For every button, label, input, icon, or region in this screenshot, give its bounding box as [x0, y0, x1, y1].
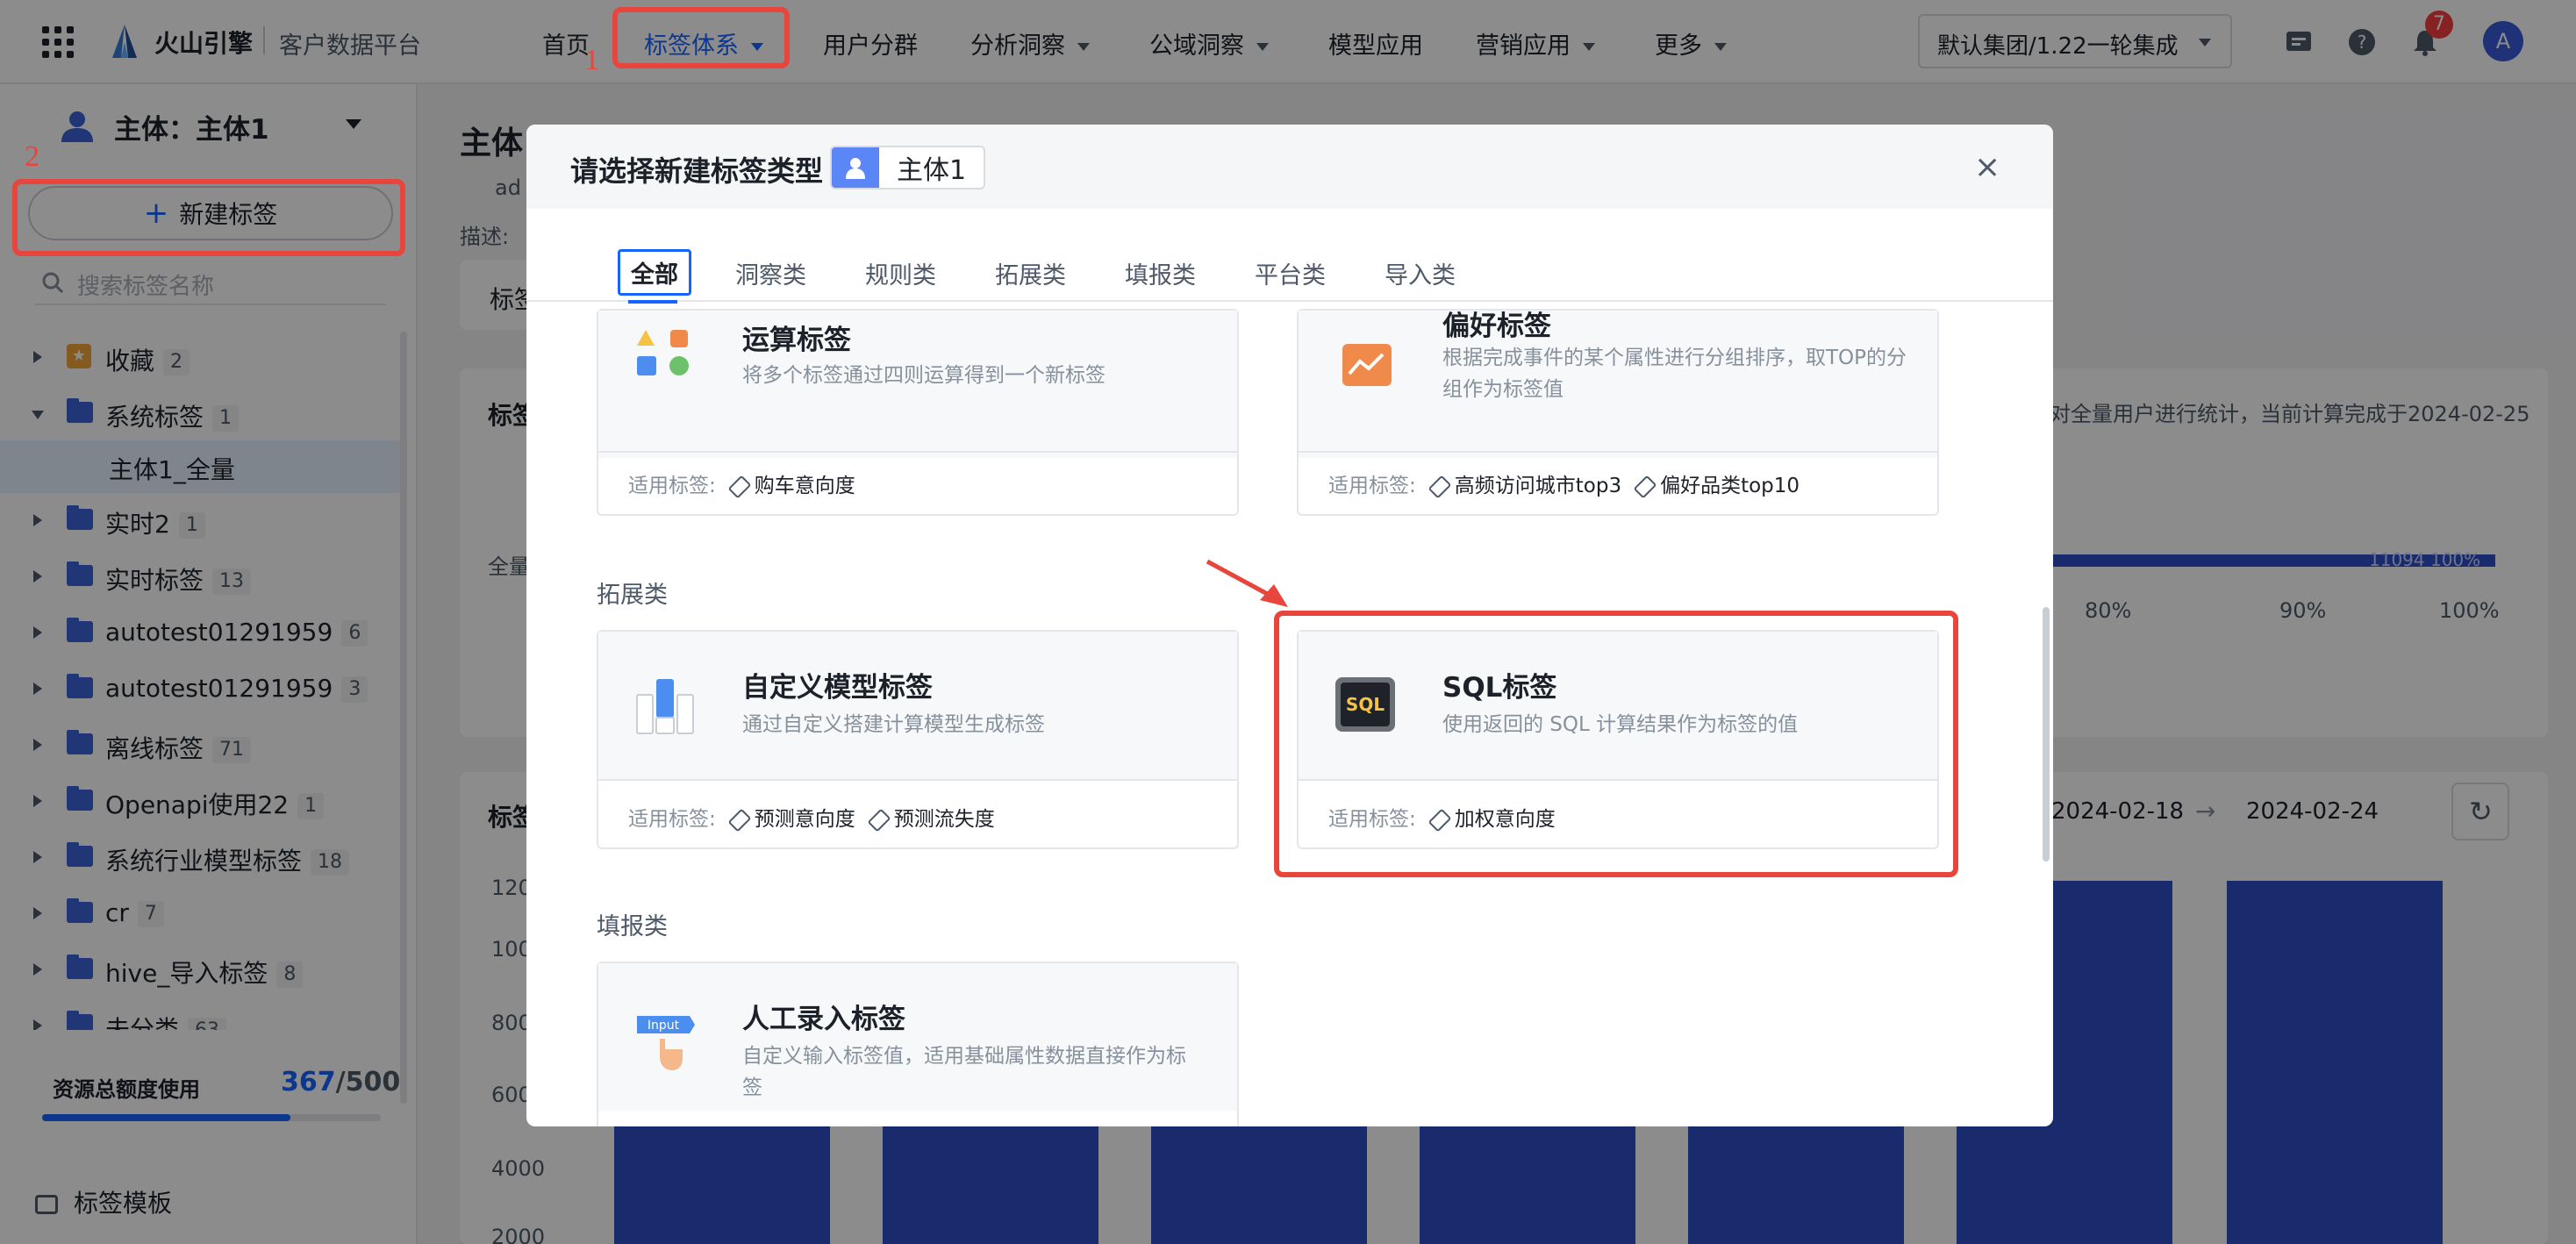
- model-blocks-icon: [636, 679, 694, 734]
- card-applicable-tags: 适用标签: 高频访问城市top3 偏好品类top10: [1328, 475, 1800, 498]
- tab-insight[interactable]: 洞察类: [735, 256, 806, 290]
- input-hand-icon: Input: [637, 1016, 695, 1070]
- svg-text:Input: Input: [648, 1019, 680, 1033]
- close-icon[interactable]: ×: [1974, 149, 2000, 185]
- tag-type-tabs: 全部 洞察类 规则类 拓展类 填报类 平台类 导入类: [526, 249, 2053, 304]
- tab-platform[interactable]: 平台类: [1255, 256, 1326, 290]
- card-title: 自定义模型标签: [742, 672, 933, 704]
- tab-import[interactable]: 导入类: [1385, 256, 1456, 290]
- annotation-number-1: 1: [584, 44, 599, 76]
- tab-active-indicator: [628, 300, 677, 304]
- tag-icon: [727, 808, 752, 832]
- section-fill: 填报类: [597, 913, 668, 940]
- annotation-box-tag-system: [612, 7, 790, 68]
- shapes-icon: [637, 330, 689, 375]
- modal-header: 请选择新建标签类型 主体1 ×: [526, 125, 2053, 209]
- custom-model-tag-card[interactable]: 自定义模型标签 通过自定义搭建计算模型生成标签 适用标签: 预测意向度 预测流失度: [597, 630, 1239, 849]
- card-applicable-tags: 适用标签: 预测意向度 预测流失度: [628, 808, 995, 832]
- card-title: 人工录入标签: [742, 1004, 905, 1035]
- card-description: 自定义输入标签值，适用基础属性数据直接作为标签: [742, 1045, 1186, 1099]
- manual-input-tag-card[interactable]: Input 人工录入标签 自定义输入标签值，适用基础属性数据直接作为标签: [597, 962, 1239, 1126]
- annotation-number-2: 2: [25, 140, 39, 173]
- annotation-box-new-tag: [12, 179, 405, 256]
- card-title: 运算标签: [742, 325, 851, 356]
- tab-rule[interactable]: 规则类: [865, 256, 936, 290]
- subject-chip: 主体1: [830, 146, 986, 189]
- card-title: 偏好标签: [1442, 311, 1551, 342]
- tab-fill[interactable]: 填报类: [1125, 256, 1196, 290]
- tag-icon: [1633, 475, 1657, 498]
- card-description: 通过自定义搭建计算模型生成标签: [742, 713, 1045, 736]
- tab-all[interactable]: 全部: [618, 249, 691, 296]
- annotation-box-sql-card: [1274, 611, 1958, 877]
- user-icon: [832, 147, 879, 188]
- tag-icon: [867, 808, 891, 832]
- modal-title: 请选择新建标签类型: [570, 154, 824, 188]
- preference-tag-card[interactable]: 偏好标签 根据完成事件的某个属性进行分组排序，取TOP的分组作为标签值 适用标签…: [1297, 309, 1939, 516]
- tag-icon: [727, 475, 752, 498]
- tag-icon: [1428, 475, 1452, 498]
- annotation-arrow-icon: [1206, 559, 1288, 607]
- tab-extend[interactable]: 拓展类: [995, 256, 1066, 290]
- modal-scrollbar[interactable]: [2043, 607, 2050, 862]
- card-description: 根据完成事件的某个属性进行分组排序，取TOP的分组作为标签值: [1442, 347, 1907, 401]
- compute-tag-card[interactable]: 运算标签 将多个标签通过四则运算得到一个新标签 适用标签: 购车意向度: [597, 309, 1239, 516]
- section-extend: 拓展类: [597, 582, 668, 609]
- card-description: 将多个标签通过四则运算得到一个新标签: [742, 364, 1106, 387]
- card-applicable-tags: 适用标签: 购车意向度: [628, 475, 855, 498]
- trend-chart-icon: [1342, 344, 1392, 386]
